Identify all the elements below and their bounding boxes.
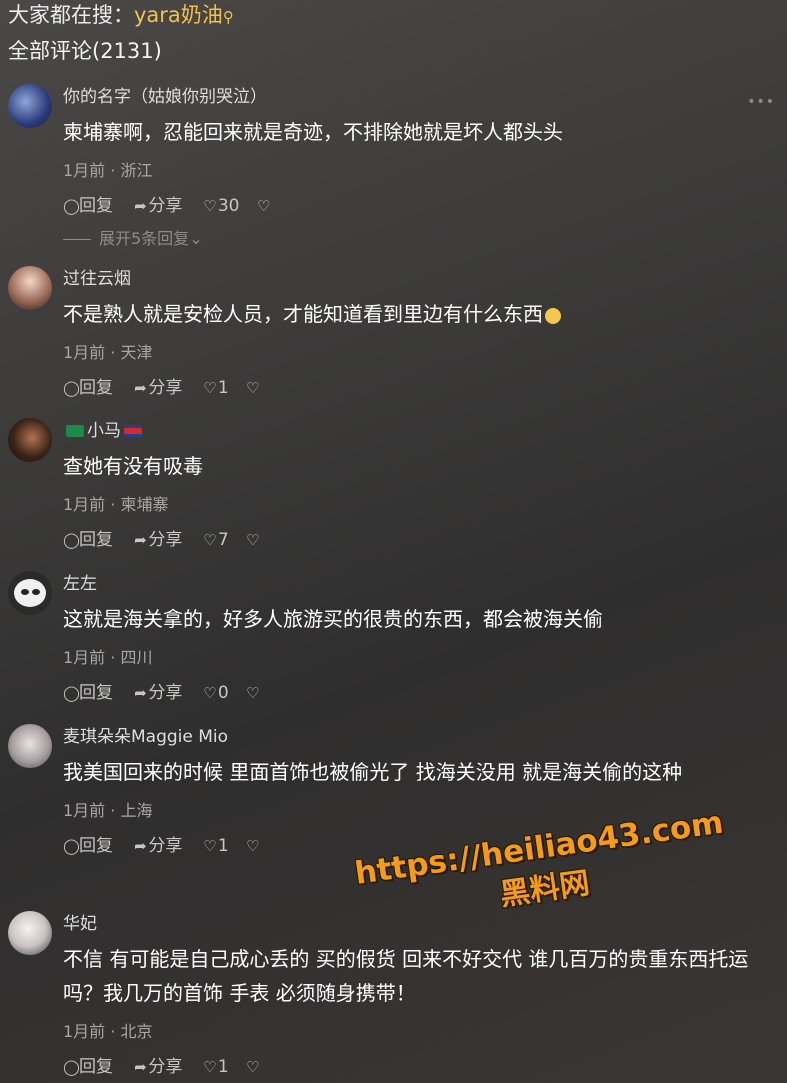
share-icon: ➦ — [134, 531, 147, 549]
share-icon: ➦ — [134, 1058, 147, 1076]
reply-button[interactable]: ◯回复 — [63, 680, 113, 706]
like-button[interactable]: ♡30 — [202, 193, 239, 219]
heart-icon: ♡ — [203, 1058, 217, 1076]
heart-icon: ♡ — [203, 531, 217, 549]
comment-text: 我美国回来的时候 里面首饰也被偷光了 找海关没用 就是海关偷的这种 — [63, 760, 683, 784]
comment-text: 不是熟人就是安检人员，才能知道看到里边有什么东西 — [63, 297, 773, 331]
comment-username[interactable]: 麦琪朵朵Maggie Mio — [63, 724, 773, 750]
avatar-eye — [21, 589, 29, 595]
comment-actions: ◯回复 ➦ 分享 ♡7 ♡ — [63, 527, 773, 553]
avatar-eye — [32, 589, 40, 595]
like-button[interactable]: ♡1 — [202, 833, 229, 859]
reply-button[interactable]: ◯回复 — [63, 527, 113, 553]
reply-button[interactable]: ◯回复 — [63, 193, 113, 219]
comment-text: 查她有没有吸毒 — [63, 454, 203, 478]
share-button[interactable]: ➦ 分享 — [132, 680, 182, 706]
share-button[interactable]: ➦ 分享 — [132, 1054, 182, 1080]
dislike-icon[interactable]: ♡ — [246, 680, 259, 706]
comment-actions: ◯回复 ➦ 分享 ♡1 ♡ — [63, 375, 773, 401]
dislike-icon[interactable]: ♡ — [246, 833, 259, 859]
heart-icon: ♡ — [203, 197, 217, 215]
share-icon: ➦ — [134, 379, 147, 397]
macau-flag-icon — [66, 425, 84, 437]
share-icon: ➦ — [134, 197, 147, 215]
laugh-cry-emoji-icon — [545, 307, 561, 324]
share-button[interactable]: ➦ 分享 — [132, 833, 182, 859]
comment-text: 柬埔寨啊，忍能回来就是奇迹，不排除她就是坏人都头头 — [63, 120, 563, 144]
dislike-icon[interactable]: ♡ — [246, 375, 259, 401]
share-button[interactable]: ➦ 分享 — [132, 375, 182, 401]
avatar[interactable] — [8, 911, 52, 955]
comment-icon: ◯ — [63, 1058, 80, 1076]
comment-icon: ◯ — [63, 837, 80, 855]
comment-actions: ◯回复 ➦ 分享 ♡0 ♡ — [63, 680, 773, 706]
trending-search-prefix: 大家都在搜： — [8, 3, 134, 27]
like-button[interactable]: ♡1 — [202, 1054, 229, 1080]
heart-icon: ♡ — [203, 837, 217, 855]
comment-icon: ◯ — [63, 531, 80, 549]
comment-username[interactable]: 小马 — [63, 418, 773, 444]
share-button[interactable]: ➦ 分享 — [132, 193, 182, 219]
divider — [63, 239, 91, 240]
dislike-icon[interactable]: ♡ — [246, 527, 259, 553]
reply-button[interactable]: ◯回复 — [63, 1054, 113, 1080]
avatar[interactable] — [8, 84, 52, 128]
trending-search-keyword[interactable]: yara奶油 — [134, 3, 223, 27]
avatar[interactable] — [8, 571, 52, 615]
like-button[interactable]: ♡1 — [202, 375, 229, 401]
avatar[interactable] — [8, 724, 52, 768]
comment-actions: ◯回复 ➦ 分享 ♡30 ♡ — [63, 193, 773, 219]
search-icon[interactable]: ⚲ — [223, 8, 234, 26]
heart-icon: ♡ — [203, 379, 217, 397]
avatar[interactable] — [8, 418, 52, 462]
comment-text: 不信 有可能是自己成心丢的 买的假货 回来不好交代 谁几百万的贵重东西托运吗？我… — [63, 947, 749, 1005]
comments-header: 大家都在搜：yara奶油⚲ 全部评论(2131) — [8, 0, 778, 68]
comment-username[interactable]: 你的名字（姑娘你别哭泣） — [63, 84, 773, 110]
cambodia-flag-icon — [124, 425, 142, 437]
comment-count: 全部评论(2131) — [8, 39, 162, 63]
heart-icon: ♡ — [203, 684, 217, 702]
comment-username[interactable]: 过往云烟 — [63, 266, 773, 292]
reply-button[interactable]: ◯回复 — [63, 833, 113, 859]
comment-text: 这就是海关拿的，好多人旅游买的很贵的东西，都会被海关偷 — [63, 607, 603, 631]
avatar[interactable] — [8, 266, 52, 310]
comment-icon: ◯ — [63, 684, 80, 702]
comment-username[interactable]: 左左 — [63, 571, 773, 597]
reply-button[interactable]: ◯回复 — [63, 375, 113, 401]
comment-icon: ◯ — [63, 379, 80, 397]
share-icon: ➦ — [134, 837, 147, 855]
share-icon: ➦ — [134, 684, 147, 702]
comment-meta: 1月前 · 柬埔寨 — [63, 495, 169, 514]
comment-icon: ◯ — [63, 197, 80, 215]
dislike-icon[interactable]: ♡ — [257, 193, 270, 219]
share-button[interactable]: ➦ 分享 — [132, 527, 182, 553]
dislike-icon[interactable]: ♡ — [246, 1054, 259, 1080]
chevron-down-icon: ⌄ — [189, 229, 203, 248]
trending-search[interactable]: 大家都在搜：yara奶油⚲ — [8, 0, 778, 32]
comment-meta: 1月前 · 北京 — [63, 1022, 153, 1041]
expand-replies-button[interactable]: 展开5条回复⌄ — [63, 227, 773, 251]
comment-meta: 1月前 · 天津 — [63, 343, 153, 362]
like-button[interactable]: ♡7 — [202, 527, 229, 553]
comment-meta: 1月前 · 四川 — [63, 648, 153, 667]
comment-actions: ◯回复 ➦ 分享 ♡1 ♡ — [63, 1054, 773, 1080]
avatar-face — [14, 579, 46, 607]
like-button[interactable]: ♡0 — [202, 680, 229, 706]
comment-meta: 1月前 · 浙江 — [63, 161, 153, 180]
